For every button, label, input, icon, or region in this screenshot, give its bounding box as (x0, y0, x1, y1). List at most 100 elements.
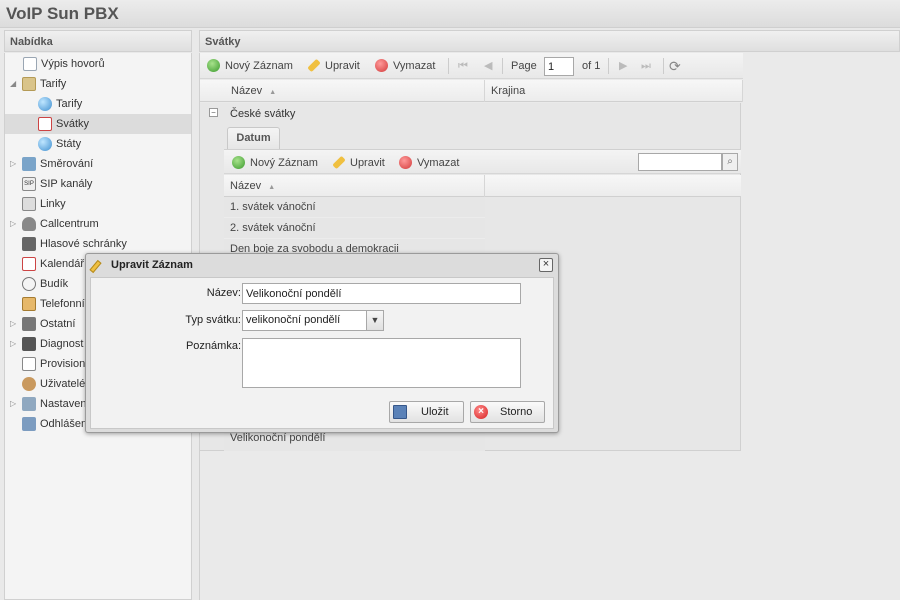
misc-icon (22, 317, 36, 331)
close-icon[interactable]: × (539, 258, 553, 272)
sidebar-item-callcentrum[interactable]: ▷ Callcentrum (5, 214, 191, 234)
page-number-input[interactable] (544, 57, 574, 76)
expand-triangle-icon[interactable]: ▷ (10, 320, 18, 328)
first-page-button[interactable]: ⏮ (458, 58, 468, 74)
cancel-icon: × (474, 405, 488, 419)
wrench-icon (22, 397, 36, 411)
sidebar-item-tarify-folder[interactable]: ◢ Tarify (5, 74, 191, 94)
globe-icon (38, 137, 52, 151)
grid-header: Název ▲ Krajina (200, 80, 743, 102)
expand-triangle-icon[interactable]: ▷ (10, 340, 18, 348)
sidebar-item-label: Hlasové schránky (40, 238, 127, 250)
sidebar-item-label: Směrování (40, 158, 94, 170)
save-icon (393, 405, 407, 419)
sub-grid-header: Název ▲ (224, 175, 741, 197)
column-label: Název (230, 180, 262, 192)
select-value: velikonoční pondělí (246, 314, 341, 326)
sidebar-item-label: SIP kanály (40, 178, 93, 190)
next-page-button[interactable]: ▶ (619, 58, 627, 74)
document-icon (23, 57, 37, 71)
chevron-down-icon[interactable]: ▼ (366, 311, 383, 330)
sidebar-item-staty[interactable]: Státy (5, 134, 191, 154)
sidebar-item-smerovani[interactable]: ▷ Směrování (5, 154, 191, 174)
add-icon (207, 59, 220, 72)
column-header-krajina[interactable]: Krajina (485, 80, 743, 102)
sidebar-item-label: Kalendář (40, 258, 85, 270)
calendar-icon (38, 117, 52, 131)
note-textarea[interactable] (242, 338, 521, 388)
pencil-icon (89, 259, 102, 274)
dialog-title-text: Upravit Záznam (111, 259, 193, 271)
collapse-group-icon[interactable]: − (209, 108, 218, 117)
app-title: VoIP Sun PBX (0, 0, 900, 28)
sidebar-item-label: Telefonní (40, 298, 85, 310)
sidebar-item-label: Odhlášen (40, 418, 88, 430)
expand-triangle-icon[interactable]: ▷ (10, 400, 18, 408)
last-page-button[interactable]: ⏭ (641, 58, 651, 74)
holiday-type-label: Typ svátku: (185, 314, 241, 326)
cancel-button[interactable]: × Storno (470, 401, 545, 423)
sidebar-item-label: Nastaven (40, 398, 87, 410)
dialog-title: Upravit Záznam (89, 258, 193, 274)
logout-icon (22, 417, 36, 431)
button-label: Upravit (325, 60, 360, 72)
search-input[interactable] (638, 153, 722, 171)
sidebar-item-label: Státy (56, 138, 82, 150)
clock-icon (22, 277, 36, 291)
sidebar-item-linky[interactable]: Linky (5, 194, 191, 214)
name-input[interactable] (242, 283, 521, 304)
sidebar-item-sip-kanaly[interactable]: SIP SIP kanály (5, 174, 191, 194)
sidebar-item-svatky[interactable]: Svátky (5, 114, 191, 134)
table-row[interactable]: 2. svátek vánoční (224, 218, 485, 239)
sidebar-item-label: Výpis hovorů (41, 58, 105, 70)
remove-icon (399, 156, 412, 169)
phonebook-icon (22, 297, 36, 311)
button-label: Uložit (421, 406, 449, 418)
edit-record-dialog: Upravit Záznam × Název: Typ svátku: veli… (85, 253, 559, 433)
button-label: Upravit (350, 157, 385, 169)
sidebar-item-label: Uživatelé (40, 378, 86, 390)
sidebar-item-label: Linky (40, 198, 66, 210)
calendar-icon (22, 257, 36, 271)
button-label: Storno (500, 406, 533, 418)
button-label: Nový Záznam (225, 60, 293, 72)
collapse-triangle-icon[interactable]: ◢ (10, 80, 18, 88)
column-label: Krajina (491, 85, 526, 97)
sidebar-item-hlasove-schranky[interactable]: Hlasové schránky (5, 234, 191, 254)
save-button[interactable]: Uložit (389, 401, 464, 423)
diagnostics-icon (22, 337, 36, 351)
column-label: Název (231, 85, 263, 97)
provision-icon (22, 357, 36, 371)
sidebar-item-label: Ostatní (40, 318, 76, 330)
sidebar-item-label: Svátky (56, 118, 90, 130)
search-icon[interactable]: ⌕ (722, 153, 738, 171)
group-label: České svátky (230, 108, 296, 120)
tab-datum[interactable]: Datum (227, 127, 280, 149)
toolbar-separator (448, 58, 449, 74)
sidebar-item-label: Diagnost (40, 338, 84, 350)
sip-icon: SIP (22, 177, 36, 191)
refresh-icon[interactable]: ⟳ (669, 58, 681, 74)
sidebar-item-vypis-hovoru[interactable]: Výpis hovorů (5, 54, 191, 74)
main-toolbar: Nový Záznam Upravit Vymazat ⏮ ◀ Page of … (200, 53, 743, 79)
sidebar-item-label: Tarify (40, 78, 67, 90)
table-row[interactable]: 1. svátek vánoční (224, 197, 485, 218)
sidebar-item-tarify[interactable]: Tarify (5, 94, 191, 114)
sub-column-header-nazev[interactable]: Název ▲ (224, 175, 485, 197)
remove-icon (375, 59, 388, 72)
users-icon (22, 377, 36, 391)
sidebar-header: Nabídka (4, 30, 192, 52)
button-label: Vymazat (417, 157, 460, 169)
page-label: Page (511, 60, 537, 72)
holiday-type-select[interactable]: velikonoční pondělí ▼ (242, 310, 384, 331)
routing-icon (22, 157, 36, 171)
name-label: Název: (206, 287, 241, 299)
expand-triangle-icon[interactable]: ▷ (10, 220, 18, 228)
expand-triangle-icon[interactable]: ▷ (10, 160, 18, 168)
previous-page-button[interactable]: ◀ (484, 58, 492, 74)
note-label: Poznámka: (185, 340, 241, 352)
toolbar-separator (663, 58, 664, 74)
sub-toolbar: Nový Záznam Upravit Vymazat ⌕ (224, 149, 741, 174)
dialog-body: Název: Typ svátku: velikonoční pondělí ▼… (90, 277, 554, 429)
column-header-nazev[interactable]: Název ▲ (225, 80, 485, 102)
